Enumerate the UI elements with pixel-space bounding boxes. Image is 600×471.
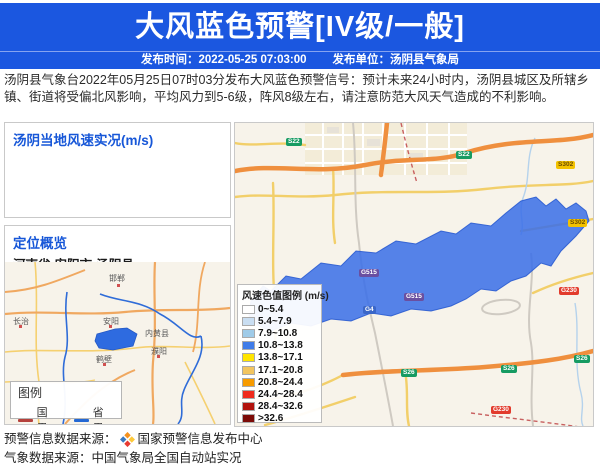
- mini-map-city-label: 内黄县: [145, 328, 169, 339]
- data-sources-footer: 预警信息数据来源： 国家预警信息发布中心 气象数据来源：中国气象局全国自动站实况: [4, 430, 596, 468]
- legend-range: 0~5.4: [258, 304, 283, 315]
- mini-map-city-label: 濮阳: [151, 346, 167, 357]
- location-overview-panel: 定位概览 河南省-安阳市-汤阴县: [4, 225, 231, 425]
- legend-swatch: [242, 329, 255, 338]
- publish-time-value: 2022-05-25 07:03:00: [198, 54, 306, 66]
- route-badge: S22: [286, 138, 302, 146]
- route-badge: S22: [456, 151, 472, 159]
- warning-title-band: 大风蓝色预警[IV级/一般]: [0, 3, 600, 51]
- mini-map-city-label: 长治: [13, 316, 29, 327]
- national-border-label: 国界: [37, 404, 58, 424]
- route-badge: S302: [568, 219, 587, 227]
- legend-range: 28.4~32.6: [258, 401, 303, 412]
- legend-swatch: [242, 366, 255, 375]
- route-badge: S26: [574, 355, 590, 363]
- legend-range: 24.4~28.4: [258, 389, 303, 400]
- publish-info-bar: 发布时间：2022-05-25 07:03:00 发布单位：汤阴县气象局: [0, 51, 600, 69]
- route-badge: G230: [559, 287, 579, 295]
- publisher-value: 汤阴县气象局: [390, 54, 459, 66]
- local-wind-panel: 汤阴当地风速实况(m/s): [4, 122, 231, 218]
- route-badge: S26: [401, 369, 417, 377]
- route-badge: G515: [359, 269, 379, 277]
- legend-range: 5.4~7.9: [258, 316, 292, 327]
- warning-source-value: 国家预警信息发布中心: [138, 430, 263, 449]
- province-border-label: 省界: [93, 404, 114, 424]
- legend-swatch: [242, 317, 255, 326]
- legend-swatch: [242, 341, 255, 350]
- wind-speed-legend: 风速色值图例 (m/s) 0~5.4 5.4~7.9 7.9~10.8 10.8…: [237, 284, 322, 423]
- legend-range: 10.8~13.8: [258, 340, 303, 351]
- legend-swatch: [242, 378, 255, 387]
- publish-time-label: 发布时间：: [141, 54, 199, 66]
- route-badge: G4: [363, 306, 376, 314]
- province-border-swatch: [74, 419, 89, 422]
- legend-range: >32.6: [258, 413, 283, 424]
- legend-swatch: [242, 414, 255, 423]
- mini-map-city-label: 鹤壁: [96, 354, 112, 365]
- route-badge: G230: [491, 406, 511, 414]
- weather-source-line: 气象数据来源：中国气象局全国自动站实况: [4, 449, 242, 468]
- legend-range: 17.1~20.8: [258, 365, 303, 376]
- legend-swatch: [242, 390, 255, 399]
- mini-map: 邯郸 长治 安阳 内黄县 鹤壁 濮阳 图例 国界 省界: [5, 262, 230, 424]
- legend-range: 7.9~10.8: [258, 328, 297, 339]
- route-badge: G515: [404, 293, 424, 301]
- legend-range: 13.8~17.1: [258, 352, 303, 363]
- legend-swatch: [242, 305, 255, 314]
- warning-source-label: 预警信息数据来源：: [4, 430, 117, 449]
- nwc-diamond-logo-icon: [120, 432, 135, 447]
- legend-range: 20.8~24.4: [258, 377, 303, 388]
- warning-description: 汤阴县气象台2022年05月25日07时03分发布大风蓝色预警信号：预计未来24…: [4, 72, 596, 106]
- wind-panel-title: 汤阴当地风速实况(m/s): [5, 123, 230, 150]
- publisher-label: 发布单位：: [333, 54, 391, 66]
- wind-legend-title: 风速色值图例 (m/s): [242, 287, 317, 302]
- mini-map-legend: 图例 国界 省界: [10, 381, 122, 419]
- route-badge: S302: [556, 161, 575, 169]
- mini-map-city-label: 邯郸: [109, 273, 125, 284]
- mini-legend-title: 图例: [18, 384, 114, 401]
- national-border-swatch: [18, 419, 33, 422]
- legend-swatch: [242, 353, 255, 362]
- mini-map-city-label: 安阳: [103, 316, 119, 327]
- location-panel-title: 定位概览: [5, 226, 230, 253]
- route-badge: S26: [501, 365, 517, 373]
- legend-swatch: [242, 402, 255, 411]
- warning-area-map: S22 S22 S302 S302 G230 G230 G515 G515 G4…: [234, 122, 594, 427]
